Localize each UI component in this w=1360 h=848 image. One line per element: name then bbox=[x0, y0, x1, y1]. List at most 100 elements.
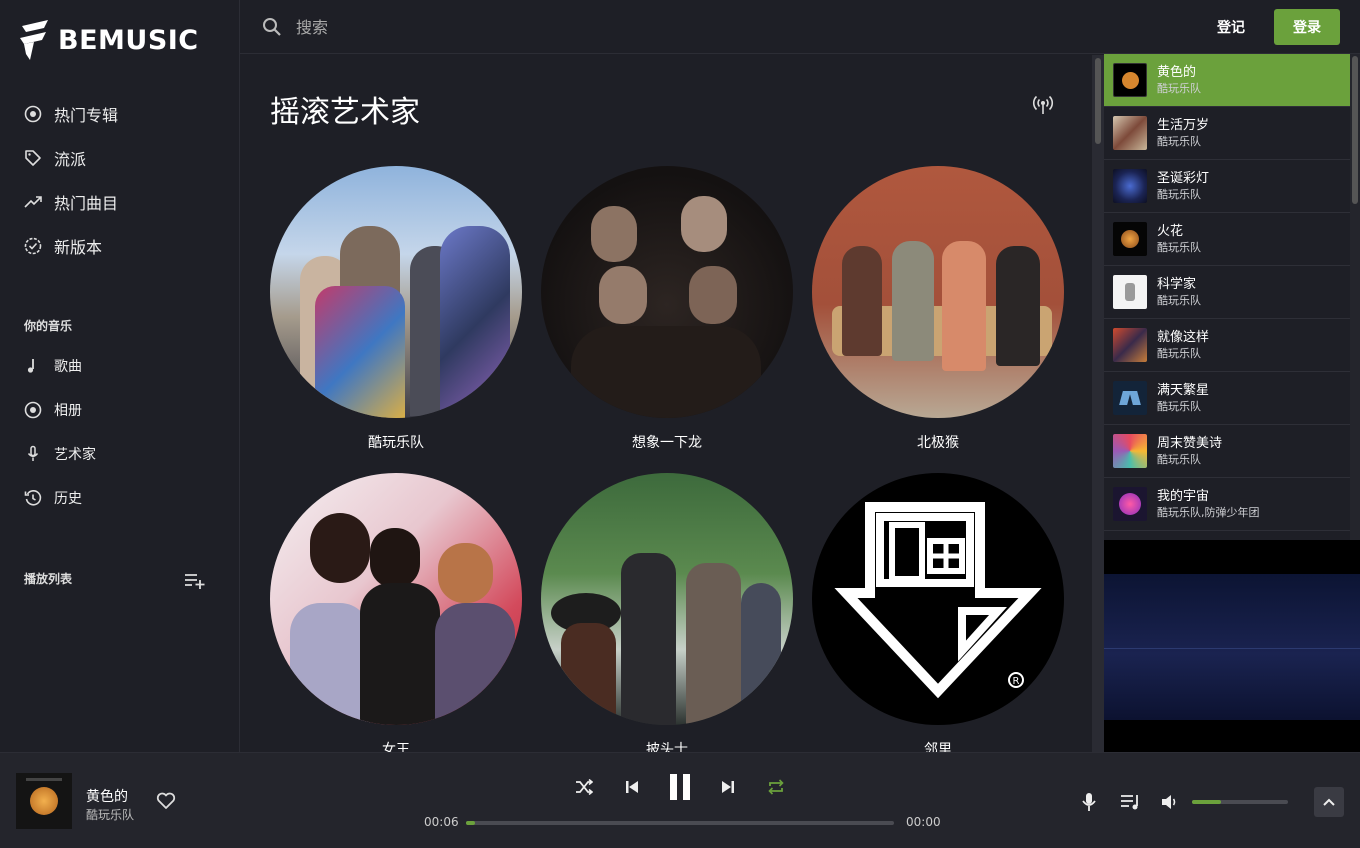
elapsed-time: 00:06 bbox=[424, 815, 459, 829]
artist-name: 酷玩乐队 bbox=[368, 435, 424, 451]
login-button[interactable]: 登录 bbox=[1274, 9, 1340, 45]
queue-item[interactable]: 圣诞彩灯 酷玩乐队 bbox=[1104, 160, 1350, 213]
nav-item-popular-tracks[interactable]: 热门曲目 bbox=[0, 180, 239, 224]
bemusic-logo-icon bbox=[20, 20, 48, 60]
video-panel[interactable] bbox=[1104, 540, 1360, 752]
queue-item[interactable]: 火花 酷玩乐队 bbox=[1104, 213, 1350, 266]
queue-item[interactable]: 我的宇宙 酷玩乐队,防弹少年团 bbox=[1104, 478, 1350, 531]
track-thumbnail bbox=[1113, 169, 1147, 203]
queue-title: 黄色的 bbox=[1157, 65, 1197, 80]
artist-name: 北极猴 bbox=[917, 435, 959, 451]
your-music-nav: 歌曲 相册 艺术家 历史 bbox=[0, 344, 239, 520]
now-playing-artist[interactable]: 酷玩乐队 bbox=[86, 806, 134, 823]
artist-photo: R bbox=[812, 473, 1064, 725]
artist-name: 披头士 bbox=[646, 742, 688, 752]
nav-label: 新版本 bbox=[54, 238, 103, 257]
previous-icon[interactable] bbox=[622, 777, 642, 797]
queue-title: 科学家 bbox=[1157, 277, 1197, 292]
queue-item[interactable]: 黄色的 酷玩乐队 bbox=[1104, 54, 1350, 107]
artist-photo bbox=[270, 473, 522, 725]
queue-scrollbar[interactable] bbox=[1350, 54, 1360, 540]
artist-photo bbox=[541, 166, 793, 418]
artist-card-the-neighbourhood[interactable]: R 邻里 bbox=[812, 473, 1064, 752]
progress-bar[interactable] bbox=[466, 821, 894, 825]
queue-title: 我的宇宙 bbox=[1157, 489, 1210, 504]
artist-card-arctic-monkeys[interactable]: 北极猴 bbox=[812, 166, 1064, 452]
artist-card-beatles[interactable]: 披头士 bbox=[541, 473, 793, 752]
add-playlist-icon[interactable] bbox=[184, 572, 206, 590]
register-button[interactable]: 登记 bbox=[1206, 10, 1256, 44]
queue-artist: 酷玩乐队 bbox=[1157, 347, 1201, 360]
shuffle-icon[interactable] bbox=[574, 777, 594, 797]
trending-icon bbox=[24, 193, 42, 211]
repeat-icon[interactable] bbox=[766, 777, 786, 797]
queue-item[interactable]: 满天繁星 酷玩乐队 bbox=[1104, 372, 1350, 425]
lyrics-microphone-icon[interactable] bbox=[1080, 791, 1098, 813]
nav-label: 历史 bbox=[54, 491, 82, 507]
player-bar: 黄色的 酷玩乐队 00:06 00:00 bbox=[0, 752, 1360, 848]
artist-photo bbox=[812, 166, 1064, 418]
search-icon bbox=[262, 17, 282, 41]
duration-time: 00:00 bbox=[906, 815, 941, 829]
artist-card-imagine-dragons[interactable]: 想象一下龙 bbox=[541, 166, 793, 452]
track-thumbnail bbox=[1113, 116, 1147, 150]
main-content: 摇滚艺术家 酷玩乐队 想象一下龙 北极猴 女王 披头士 R 邻里 bbox=[240, 55, 1092, 752]
volume-slider[interactable] bbox=[1192, 800, 1288, 804]
nav-label: 热门专辑 bbox=[54, 106, 119, 125]
nav-item-history[interactable]: 历史 bbox=[0, 476, 239, 520]
logo[interactable]: BEMUSIC bbox=[18, 18, 199, 62]
queue-artist: 酷玩乐队 bbox=[1157, 188, 1201, 201]
nav-label: 流派 bbox=[54, 150, 87, 169]
queue-title: 生活万岁 bbox=[1157, 118, 1210, 133]
queue-item[interactable]: 科学家 酷玩乐队 bbox=[1104, 266, 1350, 319]
pause-icon[interactable] bbox=[666, 771, 694, 803]
track-thumbnail bbox=[1113, 487, 1147, 521]
nav-item-artists[interactable]: 艺术家 bbox=[0, 432, 239, 476]
track-thumbnail bbox=[1113, 63, 1147, 97]
track-thumbnail bbox=[1113, 434, 1147, 468]
artist-photo bbox=[541, 473, 793, 725]
queue-artist: 酷玩乐队 bbox=[1157, 400, 1201, 413]
queue-title: 就像这样 bbox=[1157, 330, 1210, 345]
expand-player-button[interactable] bbox=[1314, 787, 1344, 817]
volume-icon[interactable] bbox=[1160, 792, 1180, 812]
nav-item-popular-albums[interactable]: 热门专辑 bbox=[0, 92, 239, 136]
queue-list-icon[interactable] bbox=[1120, 792, 1142, 812]
track-thumbnail bbox=[1113, 328, 1147, 362]
nav-item-songs[interactable]: 歌曲 bbox=[0, 344, 239, 388]
artist-name: 想象一下龙 bbox=[632, 435, 702, 451]
heart-icon[interactable] bbox=[156, 792, 176, 814]
queue-title: 圣诞彩灯 bbox=[1157, 171, 1210, 186]
nav-item-new-releases[interactable]: 新版本 bbox=[0, 224, 239, 268]
disc-icon bbox=[24, 105, 42, 123]
queue-title: 满天繁星 bbox=[1157, 383, 1210, 398]
now-playing-title[interactable]: 黄色的 bbox=[86, 786, 128, 806]
page-title: 摇滚艺术家 bbox=[270, 95, 420, 130]
nav-label: 艺术家 bbox=[54, 447, 96, 463]
nav-label: 相册 bbox=[54, 403, 82, 419]
queue-artist: 酷玩乐队 bbox=[1157, 241, 1201, 254]
nav-item-albums[interactable]: 相册 bbox=[0, 388, 239, 432]
main-scrollbar[interactable] bbox=[1092, 55, 1104, 752]
radio-icon[interactable] bbox=[1032, 95, 1054, 119]
queue-item[interactable]: 生活万岁 酷玩乐队 bbox=[1104, 107, 1350, 160]
play-queue: 黄色的 酷玩乐队 生活万岁 酷玩乐队 圣诞彩灯 酷玩乐队 火花 酷玩乐队 科学家 bbox=[1104, 54, 1360, 540]
track-thumbnail bbox=[1113, 381, 1147, 415]
nav-item-genres[interactable]: 流派 bbox=[0, 136, 239, 180]
track-thumbnail bbox=[1113, 275, 1147, 309]
now-playing-artwork[interactable] bbox=[16, 773, 72, 829]
queue-item[interactable]: 就像这样 酷玩乐队 bbox=[1104, 319, 1350, 372]
artist-card-coldplay[interactable]: 酷玩乐队 bbox=[270, 166, 522, 452]
queue-artist: 酷玩乐队 bbox=[1157, 294, 1201, 307]
volume-fill bbox=[1192, 800, 1221, 804]
queue-artist: 酷玩乐队 bbox=[1157, 453, 1201, 466]
artist-name: 女王 bbox=[382, 742, 410, 752]
your-music-title: 你的音乐 bbox=[24, 319, 73, 333]
house-logo-icon: R bbox=[834, 502, 1042, 699]
top-header: 登记 登录 bbox=[240, 0, 1360, 54]
queue-title: 火花 bbox=[1157, 224, 1184, 239]
next-icon[interactable] bbox=[718, 777, 738, 797]
search-input[interactable] bbox=[296, 12, 896, 42]
artist-card-queen[interactable]: 女王 bbox=[270, 473, 522, 752]
queue-item[interactable]: 周末赞美诗 酷玩乐队 bbox=[1104, 425, 1350, 478]
